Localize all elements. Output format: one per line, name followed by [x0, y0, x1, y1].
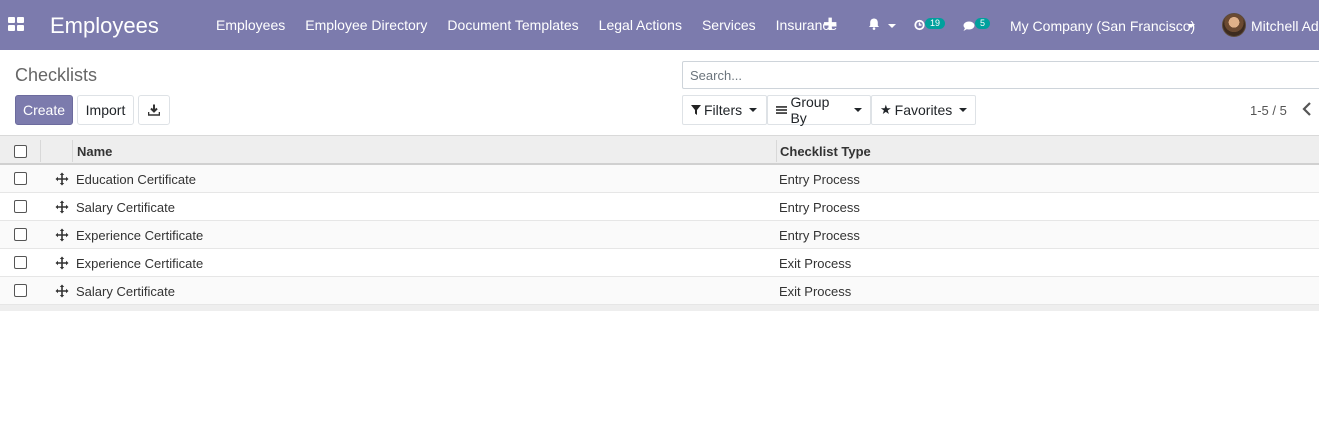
drag-handle-icon[interactable]: [55, 172, 69, 186]
star-icon: ★: [880, 102, 892, 117]
groupby-button[interactable]: Group By: [767, 94, 871, 126]
menu-item-employees[interactable]: Employees: [216, 17, 285, 33]
column-divider: [72, 140, 73, 162]
top-navbar: Employees Employees Employee Directory D…: [0, 0, 1319, 50]
cell-checklist-type: Entry Process: [779, 228, 860, 243]
table-header: Name Checklist Type: [0, 135, 1319, 165]
search-input[interactable]: [682, 61, 1319, 89]
row-checkbox[interactable]: [14, 228, 27, 241]
select-all-checkbox[interactable]: [14, 145, 27, 158]
cell-name: Experience Certificate: [76, 256, 204, 271]
cell-checklist-type: Entry Process: [779, 200, 860, 215]
column-divider: [776, 140, 777, 162]
breadcrumb: Checklists: [15, 65, 98, 85]
favorites-button[interactable]: ★ Favorites: [871, 95, 976, 125]
menu-item-employee-directory[interactable]: Employee Directory: [305, 17, 427, 33]
cell-name: Salary Certificate: [76, 200, 175, 215]
groupby-label: Group By: [790, 94, 830, 126]
table-row[interactable]: Salary Certificate Entry Process: [0, 193, 1319, 221]
table-body: Education Certificate Entry Process Sala…: [0, 165, 1319, 305]
column-header-checklist-type[interactable]: Checklist Type: [780, 144, 871, 159]
table-row[interactable]: Experience Certificate Entry Process: [0, 221, 1319, 249]
main-menu: Employees Employee Directory Document Te…: [216, 0, 857, 50]
row-checkbox[interactable]: [14, 172, 27, 185]
chevron-left-icon[interactable]: [1300, 101, 1314, 117]
row-checkbox[interactable]: [14, 284, 27, 297]
cell-name: Experience Certificate: [76, 228, 204, 243]
drag-handle-icon[interactable]: [55, 284, 69, 298]
cell-checklist-type: Exit Process: [779, 284, 852, 299]
bell-icon[interactable]: [868, 17, 880, 35]
messages-count-badge: 5: [975, 18, 991, 29]
chat-icon[interactable]: [963, 19, 976, 37]
filters-button[interactable]: Filters: [682, 95, 767, 125]
menu-item-legal-actions[interactable]: Legal Actions: [599, 17, 682, 33]
cell-checklist-type: Entry Process: [779, 172, 860, 187]
pager-value[interactable]: 1-5 / 5: [1250, 103, 1287, 118]
table-row[interactable]: Salary Certificate Exit Process: [0, 277, 1319, 305]
avatar[interactable]: [1222, 13, 1246, 37]
row-checkbox[interactable]: [14, 200, 27, 213]
cell-name: Salary Certificate: [76, 284, 175, 299]
activity-clock-icon[interactable]: [914, 18, 925, 36]
menu-item-document-templates[interactable]: Document Templates: [447, 17, 578, 33]
list-icon: [776, 106, 788, 114]
company-switcher[interactable]: My Company (San Francisco): [1010, 18, 1195, 34]
checklist-table: Name Checklist Type Education Certificat…: [0, 135, 1319, 311]
table-footer: [0, 305, 1319, 311]
favorites-label: Favorites: [894, 102, 953, 118]
apps-menu-icon[interactable]: [8, 17, 24, 31]
funnel-icon: [691, 105, 701, 115]
plus-icon[interactable]: ✚: [823, 15, 837, 35]
column-divider: [40, 140, 41, 162]
row-checkbox[interactable]: [14, 256, 27, 269]
create-button[interactable]: Create: [15, 95, 73, 125]
user-menu[interactable]: Mitchell Admin: [1251, 18, 1319, 34]
drag-handle-icon[interactable]: [55, 256, 69, 270]
chevron-down-icon[interactable]: [1187, 24, 1195, 28]
download-button[interactable]: [138, 95, 170, 125]
app-title[interactable]: Employees: [50, 13, 159, 39]
cell-name: Education Certificate: [76, 172, 196, 187]
activity-count-badge: 19: [925, 18, 946, 29]
menu-item-services[interactable]: Services: [702, 17, 756, 33]
chevron-down-icon: [959, 108, 968, 112]
drag-handle-icon[interactable]: [55, 200, 69, 214]
table-row[interactable]: Education Certificate Entry Process: [0, 165, 1319, 193]
filters-label: Filters: [704, 102, 743, 118]
table-row[interactable]: Experience Certificate Exit Process: [0, 249, 1319, 277]
cell-checklist-type: Exit Process: [779, 256, 852, 271]
chevron-down-icon: [749, 108, 758, 112]
chevron-down-icon: [854, 108, 862, 112]
download-icon: [148, 104, 160, 116]
import-button[interactable]: Import: [77, 95, 134, 125]
chevron-down-icon[interactable]: [888, 24, 896, 28]
drag-handle-icon[interactable]: [55, 228, 69, 242]
column-header-name[interactable]: Name: [77, 144, 112, 159]
